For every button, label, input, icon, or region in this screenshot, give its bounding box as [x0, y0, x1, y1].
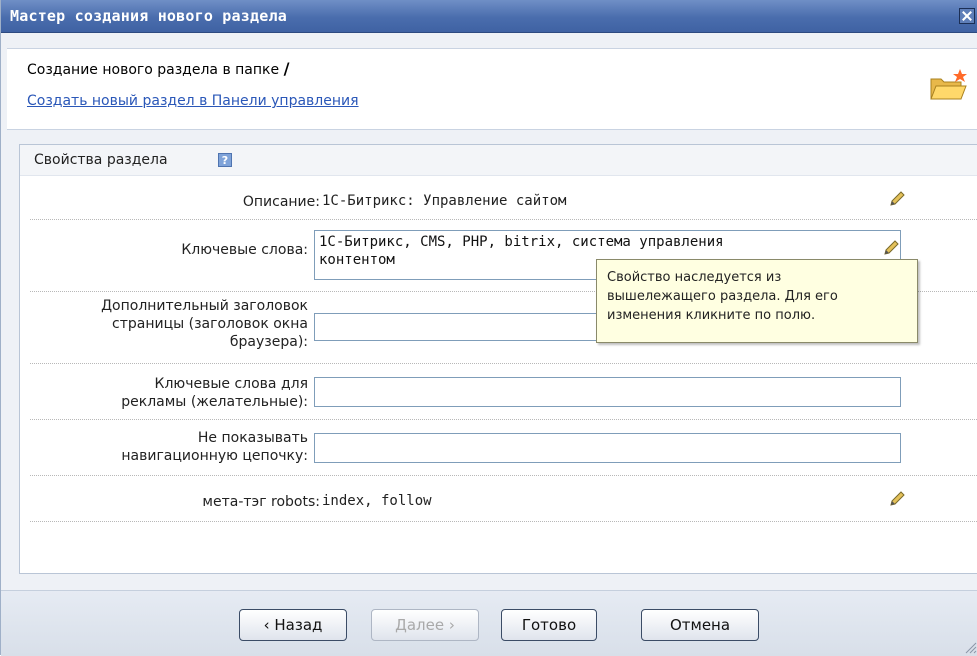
wizard-dialog: Мастер создания нового раздела Создание …	[0, 0, 977, 656]
pencil-icon[interactable]	[882, 239, 900, 257]
properties-panel: Свойства раздела ? Описание: 1С-Битрикс:…	[19, 144, 977, 574]
control-panel-link[interactable]: Создать новый раздел в Панели управления	[27, 93, 359, 109]
description-value[interactable]: 1С-Битрикс: Управление сайтом	[322, 193, 566, 209]
cancel-button[interactable]: Отмена	[641, 609, 759, 641]
ad-keywords-field[interactable]	[314, 377, 901, 407]
title-bar[interactable]: Мастер создания нового раздела	[1, 0, 977, 33]
page-title-label-line3: браузера):	[229, 334, 308, 350]
row-divider	[30, 521, 977, 522]
section-title: Свойства раздела	[34, 152, 168, 168]
help-icon[interactable]: ?	[218, 153, 232, 167]
header-prefix: Создание нового раздела в папке	[27, 62, 280, 78]
keywords-label: Ключевые слова:	[181, 242, 308, 258]
next-button[interactable]: Далее ›	[371, 609, 479, 641]
back-button[interactable]: ‹ Назад	[239, 609, 347, 641]
tooltip-line2: вышележащего раздела. Для его	[607, 289, 838, 304]
header-text: Создание нового раздела в папке /	[27, 59, 289, 78]
hide-breadcrumb-label-line2: навигационную цепочку:	[121, 448, 308, 464]
row-divider	[30, 475, 977, 476]
pencil-icon[interactable]	[888, 490, 906, 508]
ad-keywords-label-line2: рекламы (желательные):	[121, 394, 308, 410]
resize-grip-icon[interactable]	[963, 640, 977, 654]
inherited-property-tooltip: Свойство наследуется из вышележащего раз…	[596, 259, 918, 343]
wizard-header: Создание нового раздела в папке / Создат…	[7, 48, 977, 130]
page-title-label: Дополнительный заголовок страницы (загол…	[30, 297, 308, 351]
close-icon[interactable]	[959, 8, 975, 24]
finish-button[interactable]: Готово	[501, 609, 597, 641]
window-title: Мастер создания нового раздела	[10, 7, 287, 25]
row-divider	[30, 363, 977, 364]
robots-label: мета-тэг robots:	[202, 494, 320, 510]
row-divider	[30, 219, 977, 220]
folder-path: /	[283, 59, 290, 78]
page-title-label-line1: Дополнительный заголовок	[101, 298, 308, 314]
description-label: Описание:	[242, 194, 320, 210]
hide-breadcrumb-field[interactable]	[314, 433, 901, 463]
ad-keywords-label: Ключевые слова для рекламы (желательные)…	[30, 375, 308, 411]
robots-value[interactable]: index, follow	[322, 493, 432, 509]
ad-keywords-label-line1: Ключевые слова для	[154, 376, 308, 392]
hide-breadcrumb-label-line1: Не показывать	[197, 430, 308, 446]
keywords-value-line1: 1С-Битрикс, CMS, PHP, bitrix, система уп…	[319, 234, 724, 250]
section-header: Свойства раздела ?	[20, 145, 977, 176]
row-divider	[30, 419, 977, 420]
button-bar: ‹ Назад Далее › Готово Отмена	[1, 590, 977, 656]
tooltip-text: Свойство наследуется из вышележащего раз…	[607, 268, 912, 325]
new-folder-icon	[930, 69, 967, 100]
tooltip-line1: Свойство наследуется из	[607, 270, 782, 285]
page-title-label-line2: страницы (заголовок окна	[112, 316, 308, 332]
tooltip-line3: изменения кликните по полю.	[607, 308, 816, 323]
pencil-icon[interactable]	[888, 190, 906, 208]
hide-breadcrumb-label: Не показывать навигационную цепочку:	[30, 429, 308, 465]
